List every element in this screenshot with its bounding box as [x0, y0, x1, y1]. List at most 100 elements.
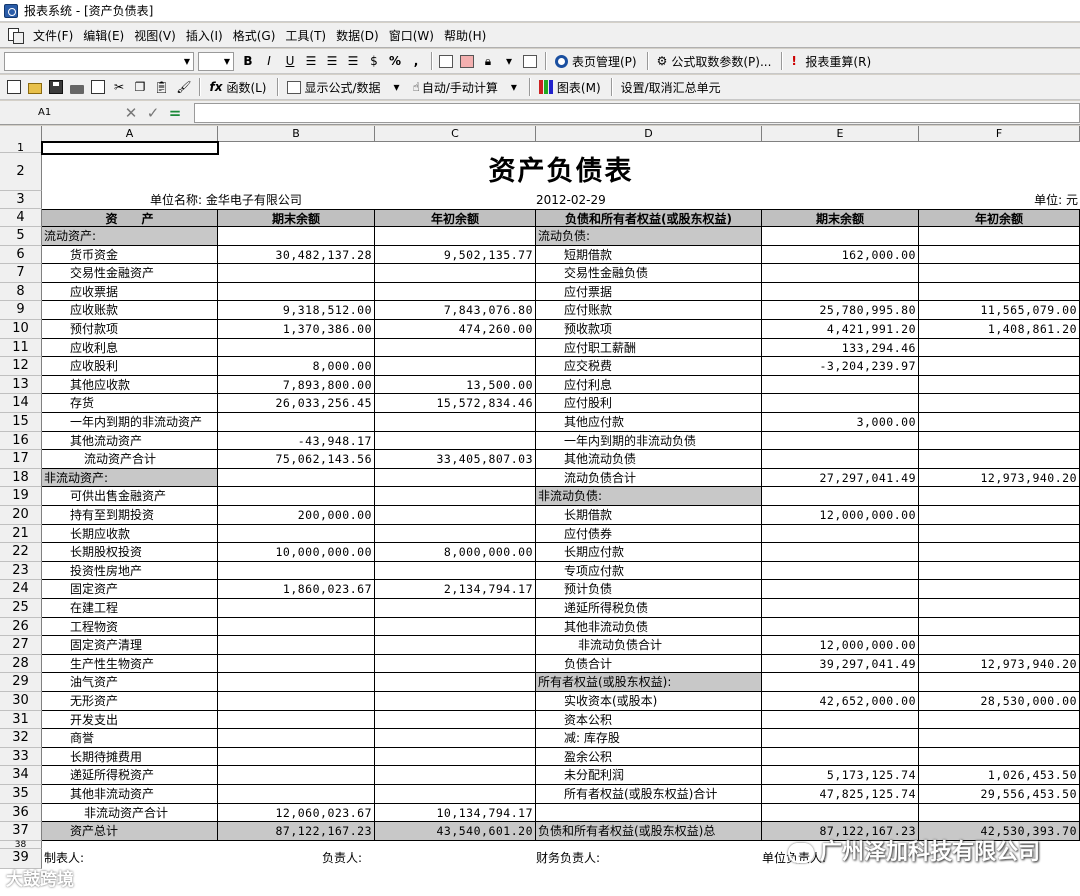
- table-cell-f[interactable]: [919, 561, 1080, 581]
- table-cell-c[interactable]: [375, 413, 536, 432]
- column-header-a[interactable]: A: [42, 126, 218, 142]
- copy-icon[interactable]: ❐: [130, 77, 150, 97]
- spreadsheet[interactable]: A B C D E F 1 2 资产负债表 3 单位名称: 金华电子有限公司 2…: [0, 126, 1080, 896]
- table-cell-f[interactable]: 11,565,079.00: [919, 301, 1080, 320]
- save-icon[interactable]: [46, 77, 66, 97]
- cell-name-box[interactable]: A1: [0, 103, 120, 123]
- row-number[interactable]: 22: [0, 543, 42, 562]
- table-cell-c[interactable]: 9,502,135.77: [375, 245, 536, 265]
- row-number[interactable]: 33: [0, 747, 42, 767]
- menu-file[interactable]: 文件(F): [28, 27, 78, 44]
- row-number[interactable]: 37: [0, 822, 42, 841]
- table-cell-f[interactable]: [919, 227, 1080, 246]
- align-right-icon[interactable]: ☰: [343, 51, 363, 71]
- table-cell-d[interactable]: 应付职工薪酬: [536, 338, 762, 358]
- percent-button[interactable]: %: [385, 51, 405, 71]
- table-cell-a[interactable]: 流动资产合计: [42, 450, 218, 469]
- row-number[interactable]: 8: [0, 282, 42, 302]
- table-cell-f[interactable]: [919, 264, 1080, 283]
- table-cell-c[interactable]: [375, 599, 536, 618]
- row-number[interactable]: 4: [0, 209, 42, 227]
- table-cell-f[interactable]: [919, 338, 1080, 358]
- table-cell-d[interactable]: 其他非流动负债: [536, 617, 762, 637]
- table-cell-b[interactable]: 9,318,512.00: [218, 301, 375, 320]
- table-cell-f[interactable]: [919, 747, 1080, 767]
- table-cell-f[interactable]: [919, 543, 1080, 562]
- table-cell-c[interactable]: [375, 673, 536, 692]
- table-cell-f[interactable]: [919, 431, 1080, 451]
- table-cell-f[interactable]: [919, 729, 1080, 748]
- table-cell-e[interactable]: [762, 729, 919, 748]
- table-cell-d[interactable]: 负债和所有者权益(或股东权益)总: [536, 822, 762, 841]
- menu-insert[interactable]: 插入(I): [181, 27, 228, 44]
- new-file-icon[interactable]: [4, 77, 24, 97]
- currency-icon[interactable]: $: [364, 51, 384, 71]
- table-cell-f[interactable]: [919, 599, 1080, 618]
- row-number[interactable]: 20: [0, 506, 42, 525]
- table-cell-d[interactable]: 预收款项: [536, 320, 762, 339]
- table-cell-c[interactable]: 43,540,601.20: [375, 822, 536, 841]
- table-cell-f[interactable]: [919, 524, 1080, 544]
- table-cell-f[interactable]: [919, 375, 1080, 395]
- row-number[interactable]: 31: [0, 710, 42, 730]
- equals-icon[interactable]: =: [164, 104, 186, 122]
- chevron-down-icon[interactable]: ▾: [387, 77, 407, 97]
- table-cell-b[interactable]: 10,000,000.00: [218, 543, 375, 562]
- table-cell-e[interactable]: [762, 803, 919, 823]
- table-cell-d[interactable]: 非流动负债:: [536, 487, 762, 506]
- table-cell-a[interactable]: 资产总计: [42, 822, 218, 841]
- table-cell-a[interactable]: 持有至到期投资: [42, 506, 218, 525]
- cut-icon[interactable]: ✂: [109, 77, 129, 97]
- table-cell-f[interactable]: [919, 450, 1080, 469]
- table-cell-e[interactable]: [762, 394, 919, 413]
- table-cell-c[interactable]: 15,572,834.46: [375, 394, 536, 413]
- table-cell-a[interactable]: 可供出售金融资产: [42, 487, 218, 506]
- table-cell-e[interactable]: [762, 227, 919, 246]
- table-cell-d[interactable]: 应付债券: [536, 524, 762, 544]
- row-number[interactable]: 27: [0, 636, 42, 655]
- menu-data[interactable]: 数据(D): [331, 27, 384, 44]
- row-number[interactable]: 28: [0, 654, 42, 674]
- row-number[interactable]: 36: [0, 803, 42, 823]
- table-cell-e[interactable]: [762, 450, 919, 469]
- table-cell-b[interactable]: 200,000.00: [218, 506, 375, 525]
- table-cell-a[interactable]: 固定资产清理: [42, 636, 218, 655]
- table-cell-d[interactable]: 应交税费: [536, 357, 762, 376]
- formula-params-button[interactable]: ⚙ 公式取数参数(P)...: [652, 51, 777, 71]
- italic-button[interactable]: I: [259, 51, 279, 71]
- table-cell-d[interactable]: 盈余公积: [536, 747, 762, 767]
- table-cell-a[interactable]: 应收利息: [42, 338, 218, 358]
- table-cell-a[interactable]: 应收票据: [42, 282, 218, 302]
- table-cell-e[interactable]: [762, 543, 919, 562]
- table-cell-f[interactable]: 12,973,940.20: [919, 468, 1080, 488]
- column-header-e[interactable]: E: [762, 126, 919, 142]
- column-header-c[interactable]: C: [375, 126, 536, 142]
- table-cell-d[interactable]: 所有者权益(或股东权益):: [536, 673, 762, 692]
- table-cell-c[interactable]: 8,000,000.00: [375, 543, 536, 562]
- table-cell-d[interactable]: 流动负债:: [536, 227, 762, 246]
- row-number[interactable]: 14: [0, 394, 42, 413]
- table-cell-d[interactable]: 其他流动负债: [536, 450, 762, 469]
- row-number[interactable]: 16: [0, 431, 42, 451]
- table-cell-e[interactable]: 3,000.00: [762, 413, 919, 432]
- table-cell-c[interactable]: [375, 227, 536, 246]
- table-cell-f[interactable]: [919, 282, 1080, 302]
- row-number[interactable]: 6: [0, 245, 42, 265]
- row-number[interactable]: 26: [0, 617, 42, 637]
- table-cell-c[interactable]: [375, 729, 536, 748]
- table-cell-b[interactable]: 7,893,800.00: [218, 375, 375, 395]
- table-cell-f[interactable]: [919, 506, 1080, 525]
- row-number[interactable]: 30: [0, 692, 42, 711]
- underline-button[interactable]: U: [280, 51, 300, 71]
- table-cell-e[interactable]: [762, 747, 919, 767]
- page-mgmt-button[interactable]: 表页管理(P): [550, 51, 642, 71]
- table-cell-d[interactable]: 应付股利: [536, 394, 762, 413]
- row-number[interactable]: 32: [0, 729, 42, 748]
- align-left-icon[interactable]: ☰: [301, 51, 321, 71]
- print-preview-icon[interactable]: [88, 77, 108, 97]
- document-window-icon[interactable]: [6, 27, 24, 44]
- table-cell-f[interactable]: [919, 673, 1080, 692]
- row-number[interactable]: 18: [0, 468, 42, 488]
- menu-window[interactable]: 窗口(W): [384, 27, 439, 44]
- paste-icon[interactable]: 📋︎: [151, 77, 172, 97]
